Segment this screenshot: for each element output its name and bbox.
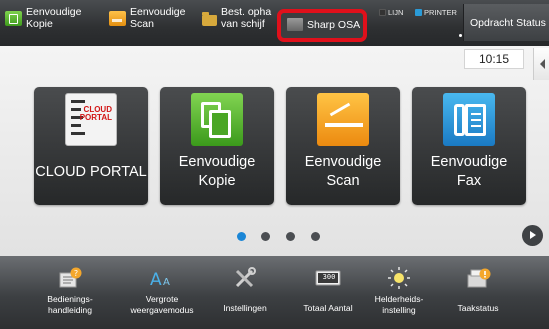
- next-page-icon[interactable]: [522, 225, 543, 246]
- page-indicator-dot[interactable]: [286, 232, 295, 241]
- tile-label: Eenvoudige Scan: [304, 154, 382, 189]
- shortcut-sharp-osa[interactable]: Sharp OSA: [287, 12, 360, 46]
- shortcut-label: Sharp OSA: [307, 19, 361, 31]
- toolbar-label: Totaal Aantal: [303, 303, 353, 313]
- tile-label: CLOUD PORTAL: [35, 164, 147, 180]
- side-panel-toggle-icon[interactable]: [533, 48, 549, 80]
- toolbar-label: Bedienings- handleiding: [47, 294, 93, 315]
- svg-text:?: ?: [74, 269, 78, 278]
- status-dot-icon: [459, 34, 462, 37]
- shortcut-label: Eenvoudige Scan: [130, 6, 186, 30]
- copy-icon: [191, 93, 243, 146]
- tile-easy-fax[interactable]: Eenvoudige Fax: [412, 87, 526, 205]
- cloud-portal-icon: CLOUD PORTAL: [65, 93, 117, 146]
- tile-label: Eenvoudige Fax: [430, 154, 508, 189]
- enlarged-display-mode-button[interactable]: A A Vergrote weergavemodus: [118, 256, 206, 329]
- counter-digits: 300: [322, 273, 336, 281]
- toolbar-label: Helderheids- instelling: [374, 294, 424, 315]
- tile-easy-copy[interactable]: Eenvoudige Kopie: [160, 87, 274, 205]
- cloud-portal-logo-text: CLOUD PORTAL: [79, 105, 112, 122]
- operation-guide-button[interactable]: ? Bedienings- handleiding: [38, 256, 102, 329]
- enlarge-display-icon: A A: [150, 270, 170, 289]
- tile-easy-scan[interactable]: Eenvoudige Scan: [286, 87, 400, 205]
- clock: 10:15: [464, 49, 524, 69]
- osa-icon: [287, 18, 303, 31]
- page-indicator-dot[interactable]: [261, 232, 270, 241]
- tile-label: Eenvoudige Kopie: [178, 154, 256, 189]
- folder-icon: [202, 12, 217, 26]
- shortcut-retrieve-from-disk[interactable]: Best. opha van schijf: [202, 6, 271, 40]
- copy-icon: [5, 11, 22, 26]
- shortcut-label: Best. opha van schijf: [221, 6, 272, 30]
- tile-cloud-portal[interactable]: CLOUD PORTAL CLOUD PORTAL: [34, 87, 148, 205]
- page-indicator-dot[interactable]: [311, 232, 320, 241]
- brightness-setting-button[interactable]: Helderheids- instelling: [366, 256, 432, 329]
- line-indicator: LIJN: [379, 8, 403, 17]
- scan-icon: [109, 11, 126, 26]
- settings-icon: [235, 267, 256, 288]
- job-status-button[interactable]: Opdracht Status: [463, 4, 549, 41]
- job-status-icon: [467, 268, 491, 288]
- manual-icon: ?: [59, 267, 82, 288]
- line-indicator-label: LIJN: [388, 8, 404, 17]
- home-screen: 10:15 CLOUD PORTAL CLOUD PORTAL Eenvoudi…: [0, 46, 549, 256]
- settings-button[interactable]: Instellingen: [212, 256, 278, 329]
- bottom-toolbar: ? Bedienings- handleiding A A Vergrote w…: [0, 256, 549, 329]
- printer-indicator: PRINTER: [415, 8, 457, 17]
- toolbar-label: Vergrote weergavemodus: [130, 294, 194, 315]
- scan-icon: [317, 93, 369, 146]
- job-status-tool-button[interactable]: Taakstatus: [444, 256, 512, 329]
- toolbar-label: Instellingen: [223, 303, 267, 313]
- svg-text:A: A: [163, 277, 170, 288]
- fax-icon: [443, 93, 495, 146]
- toolbar-label: Taakstatus: [457, 303, 499, 313]
- brightness-icon: [388, 267, 410, 289]
- top-bar: Eenvoudige Kopie Eenvoudige Scan Best. o…: [0, 0, 549, 46]
- total-count-button[interactable]: 300 Totaal Aantal: [292, 256, 364, 329]
- printer-indicator-label: PRINTER: [424, 8, 457, 17]
- shortcut-easy-scan[interactable]: Eenvoudige Scan: [109, 6, 185, 40]
- shortcut-label: Eenvoudige Kopie: [26, 6, 82, 30]
- printer-led-icon: [415, 9, 422, 16]
- page-indicator-dot[interactable]: [237, 232, 246, 241]
- line-led-icon: [379, 9, 386, 16]
- svg-text:A: A: [150, 270, 162, 289]
- shortcut-easy-copy[interactable]: Eenvoudige Kopie: [5, 6, 81, 40]
